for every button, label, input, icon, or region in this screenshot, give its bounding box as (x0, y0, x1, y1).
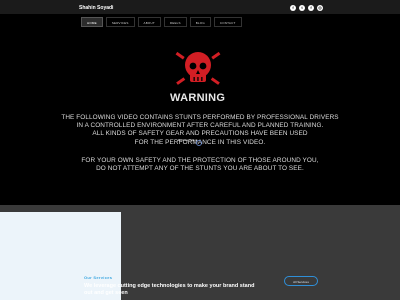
warning-title: WARNING (170, 92, 226, 104)
warning-line: ALL KINDS OF SAFETY GEAR AND PRECAUTIONS… (92, 130, 308, 138)
services-label: Our Services (84, 275, 113, 280)
warning-line: DO NOT ATTEMPT ANY OF THE STUNTS YOU ARE… (96, 165, 304, 173)
site-brand[interactable]: Shahin Soyadi (79, 5, 113, 11)
nav-contact[interactable]: CONTACT (213, 17, 242, 27)
warning-line: THE FOLLOWING VIDEO CONTAINS STUNTS PERF… (61, 114, 339, 121)
warning-line: FOR YOUR OWN SAFETY AND THE PROTECTION O… (81, 157, 319, 164)
nav-services[interactable]: SERVICES (105, 17, 135, 27)
twitter-icon[interactable]: t (299, 5, 305, 11)
services-text: We leverage cutting edge technologies to… (84, 283, 255, 296)
skull-icon (168, 48, 228, 98)
play-icon[interactable] (196, 140, 202, 146)
facebook-icon[interactable]: f (308, 5, 314, 11)
facebook-icon[interactable]: f (290, 5, 296, 11)
all-services-button[interactable]: All Services (284, 276, 318, 286)
nav-reels[interactable]: REELS (163, 17, 187, 27)
nav-blog[interactable]: BLOG (189, 17, 211, 27)
explore-video-label[interactable]: Explore Video (178, 138, 197, 142)
social-links: f t f ◎ (290, 5, 323, 11)
instagram-icon[interactable]: ◎ (317, 5, 323, 11)
nav-home[interactable]: HOME (81, 17, 103, 27)
main-nav: HOME SERVICES ABOUT REELS BLOG CONTACT (79, 14, 321, 30)
nav-about[interactable]: ABOUT (137, 17, 161, 27)
top-bar: Shahin Soyadi f t f ◎ (0, 0, 400, 14)
warning-line: IN A CONTROLLED ENVIRONMENT AFTER CAREFU… (76, 122, 324, 130)
warning-paragraph-2: FOR YOUR OWN SAFETY AND THE PROTECTION O… (30, 157, 370, 173)
